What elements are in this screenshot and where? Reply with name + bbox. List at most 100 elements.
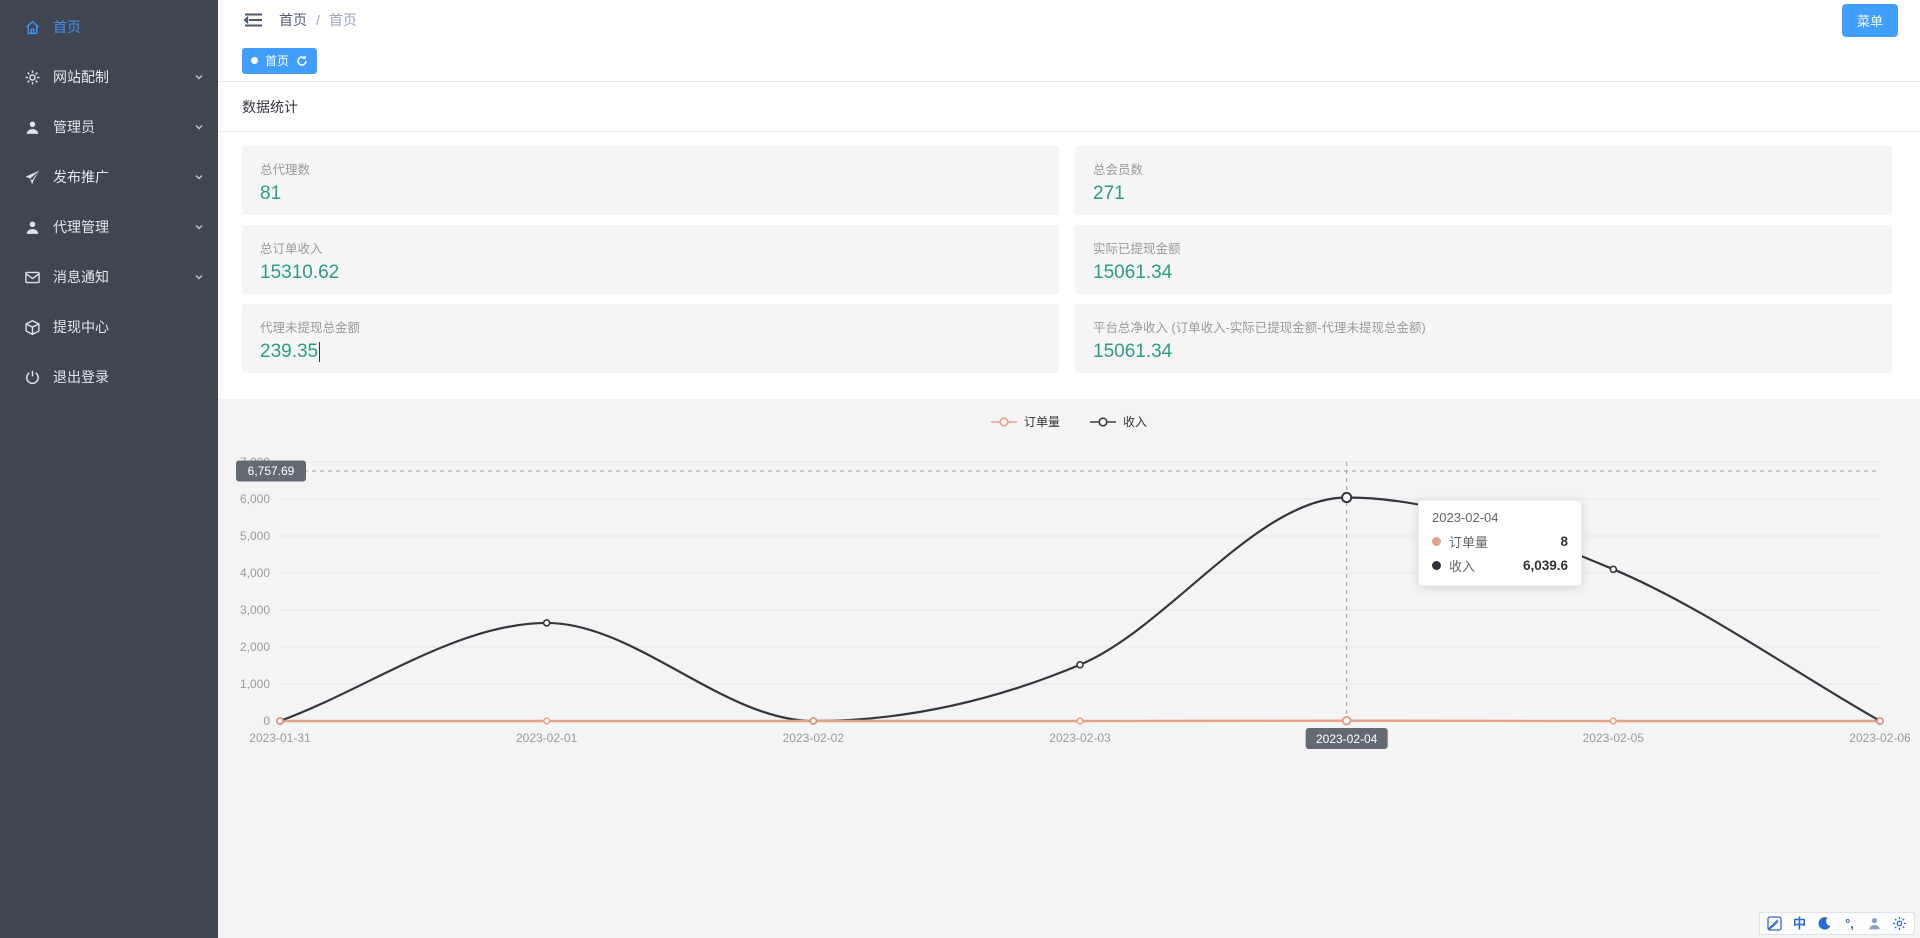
y-axis-tick: 4,000 bbox=[240, 566, 270, 580]
chevron-down-icon bbox=[194, 172, 204, 182]
y-axis-tick: 0 bbox=[263, 714, 270, 728]
stat-card-total-members: 总会员数 271 bbox=[1075, 146, 1892, 215]
orders-dot-icon bbox=[1432, 537, 1441, 546]
income-dot-icon bbox=[1432, 561, 1441, 570]
crosshair-y-label: 6,757.69 bbox=[248, 464, 295, 478]
sidebar-item-agents[interactable]: 代理管理 bbox=[0, 202, 218, 252]
sidebar: 首页 网站配制 管理员 发布推广 bbox=[0, 0, 218, 938]
ime-toolbar: 中 °, bbox=[1759, 912, 1915, 935]
stat-card-total-order-income: 总订单收入 15310.62 bbox=[242, 225, 1059, 294]
sidebar-item-label: 提现中心 bbox=[53, 317, 109, 337]
text-cursor bbox=[319, 342, 320, 362]
ime-handwriting-icon[interactable] bbox=[1767, 916, 1782, 931]
x-axis-tick: 2023-02-01 bbox=[516, 731, 578, 745]
legend-item-orders[interactable]: 订单量 bbox=[991, 413, 1060, 430]
tab-home[interactable]: 首页 bbox=[242, 48, 317, 74]
x-axis-tick: 2023-01-31 bbox=[249, 731, 311, 745]
active-tab-dot-icon bbox=[251, 57, 258, 64]
stat-value: 81 bbox=[260, 183, 281, 205]
sidebar-item-label: 退出登录 bbox=[53, 367, 109, 387]
top-bar: 首页 / 首页 菜单 bbox=[218, 0, 1920, 40]
stat-value: 15061.34 bbox=[1093, 262, 1172, 284]
ime-settings-icon[interactable] bbox=[1892, 916, 1907, 931]
tab-bar: 首页 bbox=[218, 40, 1920, 82]
tooltip-date: 2023-02-04 bbox=[1432, 510, 1568, 525]
stats-panel: 总代理数 81 总会员数 271 总订单收入 15310.62 实际已提现金额 … bbox=[218, 132, 1920, 399]
x-axis-tick: 2023-02-03 bbox=[1049, 731, 1111, 745]
sidebar-item-withdraw-center[interactable]: 提现中心 bbox=[0, 302, 218, 352]
main-content: 首页 / 首页 菜单 首页 数据统计 总代理数 81 bbox=[218, 0, 1920, 938]
sidebar-item-label: 代理管理 bbox=[53, 217, 109, 237]
power-icon bbox=[24, 369, 41, 386]
gear-icon bbox=[24, 69, 41, 86]
orders-point bbox=[1343, 717, 1351, 725]
refresh-icon[interactable] bbox=[296, 55, 308, 67]
y-axis-tick: 2,000 bbox=[240, 640, 270, 654]
stat-card-platform-net-income: 平台总净收入 (订单收入-实际已提现金额-代理未提现总金额) 15061.34 bbox=[1075, 304, 1892, 373]
stat-label: 总会员数 bbox=[1093, 159, 1874, 178]
crosshair-x-label: 2023-02-04 bbox=[1316, 732, 1378, 746]
stat-label: 总订单收入 bbox=[260, 238, 1041, 257]
tooltip-row-income: 收入 6,039.6 bbox=[1432, 556, 1568, 575]
stat-card-total-agents: 总代理数 81 bbox=[242, 146, 1059, 215]
income-point bbox=[1610, 566, 1616, 572]
sidebar-item-label: 管理员 bbox=[53, 117, 95, 137]
sidebar-item-publish[interactable]: 发布推广 bbox=[0, 152, 218, 202]
y-axis-tick: 5,000 bbox=[240, 529, 270, 543]
menu-button[interactable]: 菜单 bbox=[1842, 4, 1898, 37]
user-icon bbox=[24, 219, 41, 236]
y-axis-tick: 3,000 bbox=[240, 603, 270, 617]
sidebar-item-label: 发布推广 bbox=[53, 167, 109, 187]
ime-chinese-mode-icon[interactable]: 中 bbox=[1792, 916, 1807, 931]
tooltip-value: 6,039.6 bbox=[1523, 558, 1568, 573]
tab-label: 首页 bbox=[265, 52, 289, 69]
sidebar-item-logout[interactable]: 退出登录 bbox=[0, 352, 218, 402]
sidebar-item-label: 消息通知 bbox=[53, 267, 109, 287]
income-line bbox=[280, 498, 1880, 721]
stat-label: 代理未提现总金额 bbox=[260, 317, 1041, 336]
stat-value: 271 bbox=[1093, 183, 1125, 205]
orders-point bbox=[1077, 718, 1083, 724]
stat-value: 15061.34 bbox=[1093, 341, 1172, 363]
x-axis-tick: 2023-02-02 bbox=[783, 731, 845, 745]
stat-label: 平台总净收入 (订单收入-实际已提现金额-代理未提现总金额) bbox=[1093, 317, 1874, 336]
chevron-down-icon bbox=[194, 272, 204, 282]
tooltip-series-name: 订单量 bbox=[1449, 532, 1488, 551]
mail-icon bbox=[24, 269, 41, 286]
legend-label: 订单量 bbox=[1024, 413, 1060, 430]
legend-item-income[interactable]: 收入 bbox=[1090, 413, 1147, 430]
line-chart-canvas[interactable]: 01,0002,0003,0004,0005,0006,0007,0002023… bbox=[222, 435, 1902, 760]
orders-point bbox=[1877, 718, 1883, 724]
chevron-down-icon bbox=[194, 122, 204, 132]
orders-point bbox=[544, 718, 550, 724]
sidebar-toggle-icon[interactable] bbox=[244, 12, 263, 28]
x-axis-tick: 2023-02-06 bbox=[1849, 731, 1911, 745]
tooltip-row-orders: 订单量 8 bbox=[1432, 532, 1568, 551]
stat-label: 总代理数 bbox=[260, 159, 1041, 178]
orders-point bbox=[1611, 718, 1617, 724]
orders-point bbox=[277, 718, 283, 724]
ime-user-icon[interactable] bbox=[1867, 916, 1882, 931]
ime-punctuation-icon[interactable]: °, bbox=[1842, 916, 1857, 931]
sidebar-item-notifications[interactable]: 消息通知 bbox=[0, 252, 218, 302]
chart-tooltip: 2023-02-04 订单量 8 收入 6,039.6 bbox=[1418, 500, 1582, 586]
stat-card-withdrawn-amount: 实际已提现金额 15061.34 bbox=[1075, 225, 1892, 294]
chevron-down-icon bbox=[194, 222, 204, 232]
breadcrumb-home[interactable]: 首页 bbox=[279, 10, 307, 30]
ime-moon-icon[interactable] bbox=[1817, 916, 1832, 931]
breadcrumb-separator: / bbox=[316, 12, 320, 28]
sidebar-item-admin[interactable]: 管理员 bbox=[0, 102, 218, 152]
section-title: 数据统计 bbox=[218, 82, 1920, 132]
sidebar-item-home[interactable]: 首页 bbox=[0, 2, 218, 52]
income-point bbox=[1342, 493, 1351, 502]
tooltip-value: 8 bbox=[1560, 534, 1568, 549]
breadcrumb: 首页 / 首页 bbox=[279, 10, 357, 30]
breadcrumb-current: 首页 bbox=[329, 10, 357, 30]
send-icon bbox=[24, 169, 41, 186]
stat-label: 实际已提现金额 bbox=[1093, 238, 1874, 257]
chart-legend: 订单量 收入 bbox=[218, 413, 1920, 430]
package-icon bbox=[24, 319, 41, 336]
y-axis-tick: 1,000 bbox=[240, 677, 270, 691]
income-point bbox=[544, 620, 550, 626]
sidebar-item-site-config[interactable]: 网站配制 bbox=[0, 52, 218, 102]
